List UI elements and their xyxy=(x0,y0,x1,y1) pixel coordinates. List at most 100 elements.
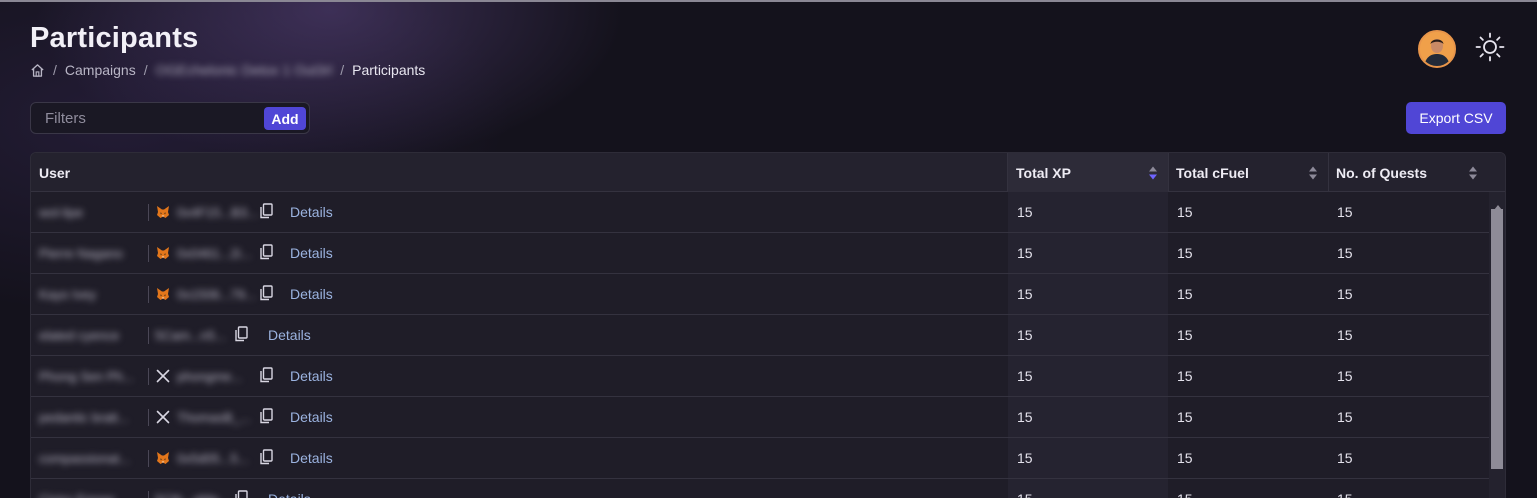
column-header-total-xp[interactable]: Total XP xyxy=(1008,153,1168,192)
total-cfuel-value: 15 xyxy=(1177,286,1193,302)
table-row[interactable]: pedantic bratt... ThomasB_... Details 15 15 1… xyxy=(31,397,1489,438)
scrollbar[interactable] xyxy=(1489,192,1505,498)
breadcrumb-campaign-name[interactable]: OGEchelonic Detox 1 Out3rl xyxy=(156,62,333,78)
breadcrumb-separator: / xyxy=(143,62,148,78)
copy-icon[interactable] xyxy=(235,326,248,345)
total-cfuel-value: 15 xyxy=(1177,327,1193,343)
wallet-address: 0x1506...79... xyxy=(177,286,256,302)
metamask-icon xyxy=(155,286,171,302)
details-link[interactable]: Details xyxy=(290,438,333,478)
wallet-address: 0x4F15...B3... xyxy=(177,204,258,220)
x-icon xyxy=(155,409,171,425)
total-xp-value: 15 xyxy=(1017,286,1033,302)
home-icon[interactable] xyxy=(30,63,45,78)
table-row[interactable]: Phong Sen Ph... phongme... Details 15 15 15 xyxy=(31,356,1489,397)
user-name: Phong Sen Ph... xyxy=(39,368,134,384)
column-header-label: Total cFuel xyxy=(1176,164,1249,181)
copy-icon[interactable] xyxy=(260,203,273,222)
wallet-address: 5Cam...n5... xyxy=(155,327,226,343)
avatar[interactable] xyxy=(1418,30,1456,68)
sort-icon[interactable] xyxy=(1308,165,1318,184)
quests-value: 15 xyxy=(1337,286,1353,302)
total-xp-value: 15 xyxy=(1017,204,1033,220)
metamask-icon xyxy=(155,245,171,261)
cell-divider xyxy=(148,450,149,467)
copy-icon[interactable] xyxy=(235,490,248,498)
user-name: Pierre Nagano xyxy=(39,245,123,261)
add-filter-button[interactable]: Add xyxy=(264,107,306,130)
copy-icon[interactable] xyxy=(260,244,273,263)
quests-value: 15 xyxy=(1337,327,1353,343)
breadcrumb-campaigns[interactable]: Campaigns xyxy=(65,62,136,78)
breadcrumb: / Campaigns / OGEchelonic Detox 1 Out3rl… xyxy=(30,61,425,79)
details-link[interactable]: Details xyxy=(290,397,333,437)
metamask-icon xyxy=(155,450,171,466)
cell-divider xyxy=(148,368,149,385)
details-link[interactable]: Details xyxy=(268,479,311,498)
wallet-address: phongme... xyxy=(177,368,243,384)
table-header: User Total XP Total cFuel No. of Quests xyxy=(31,153,1505,192)
x-icon xyxy=(155,368,171,384)
total-xp-value: 15 xyxy=(1017,479,1033,498)
wallet-address: 0x5d05...5... xyxy=(177,450,249,466)
total-xp-value: 15 xyxy=(1017,409,1033,425)
user-name: Kayo Ivey xyxy=(39,286,97,302)
total-xp-value: 15 xyxy=(1017,368,1033,384)
copy-icon[interactable] xyxy=(260,285,273,304)
total-cfuel-value: 15 xyxy=(1177,204,1193,220)
user-name: pedantic bratt... xyxy=(39,409,129,425)
total-cfuel-value: 15 xyxy=(1177,368,1193,384)
cell-divider xyxy=(148,491,149,498)
page-title: Participants xyxy=(30,22,199,54)
quests-value: 15 xyxy=(1337,479,1353,498)
cell-divider xyxy=(148,204,149,221)
table-row[interactable]: Pierre Nagano 0x0461...2i... Details 15 15 15 xyxy=(31,233,1489,274)
participants-table: User Total XP Total cFuel No. of Quests … xyxy=(30,152,1506,498)
metamask-icon xyxy=(155,204,171,220)
details-link[interactable]: Details xyxy=(268,315,311,355)
copy-icon[interactable] xyxy=(260,367,273,386)
theme-toggle-sun-icon[interactable] xyxy=(1474,31,1506,68)
details-link[interactable]: Details xyxy=(290,192,333,232)
quests-value: 15 xyxy=(1337,450,1353,466)
details-link[interactable]: Details xyxy=(290,274,333,314)
table-row[interactable]: Kayo Ivey 0x1506...79... Details 15 15 15 xyxy=(31,274,1489,315)
copy-icon[interactable] xyxy=(260,408,273,427)
column-header-user[interactable]: User xyxy=(31,153,1008,192)
total-xp-value: 15 xyxy=(1017,245,1033,261)
user-name: wol-lipe xyxy=(39,204,84,220)
export-csv-button[interactable]: Export CSV xyxy=(1406,102,1506,134)
user-name: Ciniro Emner xyxy=(39,479,143,498)
copy-icon[interactable] xyxy=(260,449,273,468)
sort-desc-icon[interactable] xyxy=(1148,165,1158,184)
cell-divider xyxy=(148,245,149,262)
total-cfuel-value: 15 xyxy=(1177,245,1193,261)
column-header-quests[interactable]: No. of Quests xyxy=(1328,153,1488,192)
filters-box: Add xyxy=(30,102,310,134)
filters-input[interactable] xyxy=(31,103,261,133)
breadcrumb-separator: / xyxy=(53,62,57,78)
cell-divider xyxy=(148,409,149,426)
table-row[interactable]: wol-lipe 0x4F15...B3... Details 15 15 15 xyxy=(31,192,1489,233)
user-name: compassionat... xyxy=(39,450,131,466)
table-row[interactable]: compassionat... 0x5d05...5... Details 15 15 1… xyxy=(31,438,1489,479)
quests-value: 15 xyxy=(1337,245,1353,261)
quests-value: 15 xyxy=(1337,368,1353,384)
scrollbar-thumb[interactable] xyxy=(1491,209,1503,469)
wallet-address: 5Cth...qMe... xyxy=(155,479,229,498)
cell-divider xyxy=(148,327,149,344)
quests-value: 15 xyxy=(1337,204,1353,220)
column-header-total-cfuel[interactable]: Total cFuel xyxy=(1168,153,1328,192)
column-header-label: User xyxy=(39,164,71,181)
sort-icon[interactable] xyxy=(1468,165,1478,184)
details-link[interactable]: Details xyxy=(290,356,333,396)
quests-value: 15 xyxy=(1337,409,1353,425)
column-header-label: No. of Quests xyxy=(1336,164,1428,181)
table-row[interactable]: elated cyence 5Cam...n5... Details 15 15 15 xyxy=(31,315,1489,356)
table-row[interactable]: Ciniro Emner 5Cth...qMe... Details 15 15 15 xyxy=(31,479,1489,498)
window-top-border xyxy=(0,0,1537,2)
details-link[interactable]: Details xyxy=(290,233,333,273)
total-cfuel-value: 15 xyxy=(1177,479,1193,498)
total-xp-value: 15 xyxy=(1017,450,1033,466)
column-header-label: Total XP xyxy=(1016,164,1071,181)
